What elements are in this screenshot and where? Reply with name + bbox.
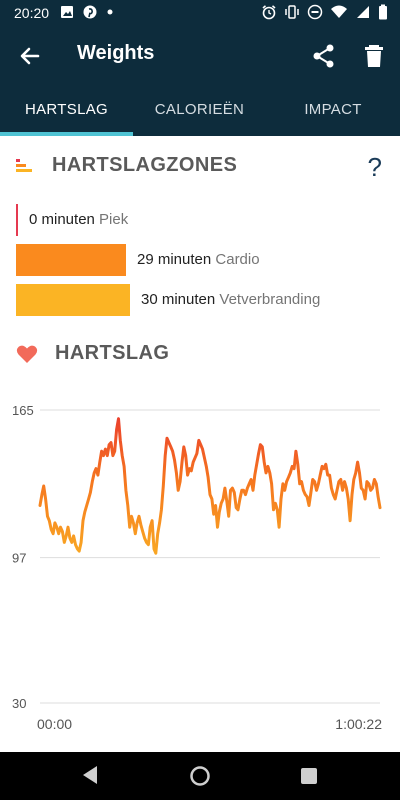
zone-minutes: 0 minuten bbox=[29, 211, 95, 228]
zone-name: Piek bbox=[99, 211, 129, 228]
home-nav-icon[interactable] bbox=[189, 765, 211, 787]
battery-icon bbox=[379, 4, 387, 20]
pinterest-icon bbox=[83, 5, 97, 19]
back-arrow-icon[interactable] bbox=[16, 42, 44, 70]
wifi-icon bbox=[331, 5, 347, 18]
tab-label: CALORIEËN bbox=[154, 101, 245, 118]
zone-text: 0 minuten Piek bbox=[29, 211, 128, 228]
notification-dot-icon bbox=[107, 9, 113, 15]
zones-section-header: HARTSLAGZONES ? bbox=[0, 146, 400, 186]
zone-row-vetverbranding: 30 minuten Vetverbranding bbox=[16, 284, 376, 316]
x-tick-label: 1:00:22 bbox=[335, 716, 382, 732]
android-nav-bar bbox=[0, 752, 400, 800]
share-icon[interactable] bbox=[310, 42, 338, 70]
heart-icon bbox=[16, 345, 38, 363]
x-tick-label: 00:00 bbox=[37, 716, 72, 732]
status-time: 20:20 bbox=[14, 5, 50, 21]
zone-bar-piek bbox=[16, 204, 18, 236]
vibrate-icon bbox=[285, 5, 299, 19]
y-tick-label: 97 bbox=[12, 551, 26, 566]
heartrate-chart: 165 97 30 00:00 1:00:22 bbox=[12, 403, 382, 732]
page-title: Weights bbox=[77, 42, 155, 64]
app-bar: Weights bbox=[0, 28, 400, 84]
zone-text: 30 minuten Vetverbranding bbox=[141, 291, 320, 308]
delete-icon[interactable] bbox=[360, 42, 388, 70]
tab-calorieen[interactable]: CALORIEËN bbox=[133, 84, 266, 136]
heartrate-section-header: HARTSLAG bbox=[0, 334, 400, 374]
tab-impact[interactable]: IMPACT bbox=[266, 84, 400, 136]
y-tick-label: 30 bbox=[12, 696, 26, 711]
tab-active-indicator bbox=[0, 132, 133, 136]
recents-nav-icon[interactable] bbox=[300, 767, 318, 785]
do-not-disturb-icon bbox=[307, 4, 323, 20]
tab-bar: HARTSLAG CALORIEËN IMPACT bbox=[0, 84, 400, 136]
tab-label: IMPACT bbox=[304, 101, 362, 118]
heartrate-series-line bbox=[38, 417, 382, 555]
help-icon[interactable]: ? bbox=[368, 152, 382, 183]
tab-label: HARTSLAG bbox=[25, 101, 108, 118]
zones-title: HARTSLAGZONES bbox=[52, 154, 238, 176]
heartrate-title: HARTSLAG bbox=[55, 342, 170, 364]
signal-icon bbox=[357, 6, 369, 18]
zone-minutes: 29 minuten bbox=[137, 251, 212, 268]
zones-bars-icon bbox=[16, 159, 32, 172]
zone-row-piek: 0 minuten Piek bbox=[16, 204, 316, 236]
status-bar: 20:20 bbox=[0, 0, 400, 28]
tab-hartslag[interactable]: HARTSLAG bbox=[0, 84, 133, 136]
zone-row-cardio: 29 minuten Cardio bbox=[16, 244, 356, 276]
back-nav-icon[interactable] bbox=[80, 764, 100, 786]
zone-minutes: 30 minuten bbox=[141, 291, 216, 308]
zone-name: Cardio bbox=[215, 251, 260, 268]
zone-bar-vetverbranding bbox=[16, 284, 130, 316]
image-icon bbox=[61, 6, 73, 18]
zone-bar-cardio bbox=[16, 244, 126, 276]
zone-text: 29 minuten Cardio bbox=[137, 251, 260, 268]
alarm-icon bbox=[262, 5, 276, 20]
zone-name: Vetverbranding bbox=[219, 291, 321, 308]
y-tick-label: 165 bbox=[12, 403, 34, 418]
